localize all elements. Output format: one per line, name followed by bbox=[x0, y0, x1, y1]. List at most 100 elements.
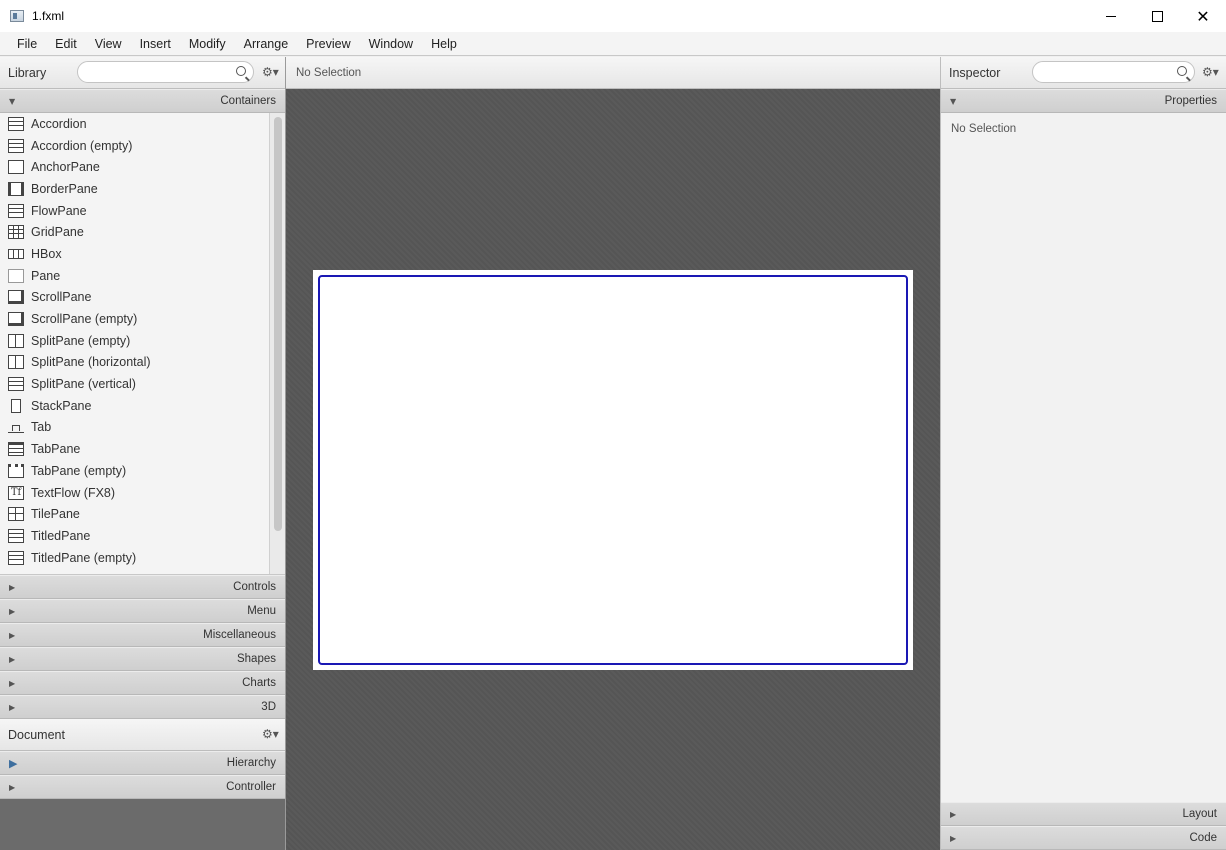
tilepane-icon bbox=[8, 507, 24, 522]
accordion-icon bbox=[8, 116, 24, 131]
list-item[interactable]: FlowPane bbox=[0, 200, 285, 222]
section-label: Controller bbox=[226, 781, 276, 793]
list-item[interactable]: Tf TextFlow (FX8) bbox=[0, 482, 285, 504]
section-label: Hierarchy bbox=[226, 757, 276, 769]
search-icon bbox=[236, 66, 246, 76]
list-item[interactable]: TitledPane (empty) bbox=[0, 547, 285, 569]
list-item[interactable]: ScrollPane (empty) bbox=[0, 308, 285, 330]
section-shapes[interactable]: ▶ Shapes bbox=[0, 647, 285, 671]
section-containers[interactable]: ▼ Containers bbox=[0, 89, 285, 113]
search-icon bbox=[1177, 66, 1187, 76]
item-label: AnchorPane bbox=[31, 160, 100, 175]
tabpane-icon bbox=[8, 442, 24, 457]
section-label: Controls bbox=[233, 581, 276, 593]
inspector-search-input[interactable] bbox=[1033, 62, 1194, 82]
section-label: Code bbox=[1189, 832, 1218, 844]
tab-icon bbox=[8, 425, 24, 434]
section-code[interactable]: ▶ Code bbox=[941, 826, 1226, 850]
list-item[interactable]: AnchorPane bbox=[0, 156, 285, 178]
section-controller[interactable]: ▶ Controller bbox=[0, 775, 285, 799]
list-item[interactable]: SplitPane (horizontal) bbox=[0, 352, 285, 374]
window-title: 1.fxml bbox=[32, 9, 65, 23]
titledpane-icon bbox=[8, 550, 24, 565]
section-label: Properties bbox=[1164, 95, 1217, 107]
collapsed-triangle-icon: ▶ bbox=[9, 606, 16, 616]
content-panel: No Selection bbox=[286, 57, 940, 850]
library-search bbox=[77, 61, 254, 83]
list-item[interactable]: SplitPane (empty) bbox=[0, 330, 285, 352]
section-label: Layout bbox=[1182, 808, 1217, 820]
gridpane-icon bbox=[8, 225, 24, 240]
splitpane-icon bbox=[8, 355, 24, 370]
minimize-button[interactable] bbox=[1088, 0, 1134, 32]
scroll-thumb[interactable] bbox=[274, 117, 282, 531]
list-item[interactable]: Tab bbox=[0, 417, 285, 439]
list-item[interactable]: TabPane (empty) bbox=[0, 460, 285, 482]
hbox-icon bbox=[8, 248, 24, 259]
menu-modify[interactable]: Modify bbox=[180, 32, 235, 56]
item-label: SplitPane (empty) bbox=[31, 333, 131, 348]
item-label: Pane bbox=[31, 268, 61, 283]
list-item[interactable]: BorderPane bbox=[0, 178, 285, 200]
menu-help[interactable]: Help bbox=[422, 32, 466, 56]
item-label: TitledPane bbox=[31, 528, 91, 543]
inspector-title: Inspector bbox=[949, 65, 1001, 80]
inspector-gear-icon[interactable]: ⚙▾ bbox=[1202, 65, 1219, 79]
library-search-input[interactable] bbox=[78, 62, 253, 82]
list-item[interactable]: Accordion (empty) bbox=[0, 135, 285, 157]
document-gear-icon[interactable]: ⚙▾ bbox=[262, 727, 279, 741]
menu-arrange[interactable]: Arrange bbox=[235, 32, 297, 56]
collapsed-triangle-icon: ▶ bbox=[950, 833, 957, 843]
list-item[interactable]: SplitPane (vertical) bbox=[0, 373, 285, 395]
section-hierarchy[interactable]: ▶ Hierarchy bbox=[0, 751, 285, 775]
section-miscellaneous[interactable]: ▶ Miscellaneous bbox=[0, 623, 285, 647]
root-pane[interactable] bbox=[318, 275, 908, 665]
list-item[interactable]: StackPane bbox=[0, 395, 285, 417]
library-scrollbar[interactable] bbox=[269, 113, 285, 574]
section-layout[interactable]: ▶ Layout bbox=[941, 802, 1226, 826]
section-properties[interactable]: ▼ Properties bbox=[941, 89, 1226, 113]
item-label: SplitPane (vertical) bbox=[31, 377, 136, 392]
menu-edit[interactable]: Edit bbox=[46, 32, 86, 56]
inspector-header: Inspector ⚙▾ bbox=[941, 57, 1226, 89]
library-list: Accordion Accordion (empty) AnchorPane B… bbox=[0, 113, 285, 575]
collapsed-triangle-icon: ▶ bbox=[9, 582, 16, 592]
section-3d[interactable]: ▶ 3D bbox=[0, 695, 285, 719]
list-item[interactable]: Pane bbox=[0, 265, 285, 287]
maximize-button[interactable] bbox=[1134, 0, 1180, 32]
item-label: StackPane bbox=[31, 398, 92, 413]
content-header: No Selection bbox=[286, 57, 940, 89]
list-item[interactable]: TitledPane bbox=[0, 525, 285, 547]
library-gear-icon[interactable]: ⚙▾ bbox=[262, 65, 279, 79]
textflow-icon: Tf bbox=[8, 485, 24, 500]
item-label: HBox bbox=[31, 246, 62, 261]
item-label: SplitPane (horizontal) bbox=[31, 355, 151, 370]
menu-view[interactable]: View bbox=[86, 32, 131, 56]
section-menu[interactable]: ▶ Menu bbox=[0, 599, 285, 623]
list-item[interactable]: Accordion bbox=[0, 113, 285, 135]
inspector-search bbox=[1032, 61, 1195, 83]
section-charts[interactable]: ▶ Charts bbox=[0, 671, 285, 695]
tabpane-icon bbox=[8, 463, 24, 478]
collapsed-triangle-icon: ▶ bbox=[9, 630, 16, 640]
window-controls: ✕ bbox=[1088, 0, 1226, 32]
list-item[interactable]: ScrollPane bbox=[0, 287, 285, 309]
menu-window[interactable]: Window bbox=[360, 32, 422, 56]
close-button[interactable]: ✕ bbox=[1180, 0, 1226, 32]
design-canvas[interactable] bbox=[313, 270, 913, 670]
menu-insert[interactable]: Insert bbox=[131, 32, 180, 56]
expanded-triangle-icon: ▼ bbox=[9, 96, 16, 106]
collapsed-triangle-icon: ▶ bbox=[950, 809, 957, 819]
menu-preview[interactable]: Preview bbox=[297, 32, 359, 56]
list-item[interactable]: GridPane bbox=[0, 221, 285, 243]
list-item[interactable]: HBox bbox=[0, 243, 285, 265]
menu-file[interactable]: File bbox=[8, 32, 46, 56]
item-label: BorderPane bbox=[31, 181, 98, 196]
item-label: FlowPane bbox=[31, 203, 87, 218]
section-controls[interactable]: ▶ Controls bbox=[0, 575, 285, 599]
list-item[interactable]: TabPane bbox=[0, 438, 285, 460]
list-item[interactable]: TilePane bbox=[0, 503, 285, 525]
section-label: Menu bbox=[247, 605, 276, 617]
right-panel: Inspector ⚙▾ ▼ Properties No Selection ▶… bbox=[940, 57, 1226, 850]
borderpane-icon bbox=[8, 181, 24, 196]
